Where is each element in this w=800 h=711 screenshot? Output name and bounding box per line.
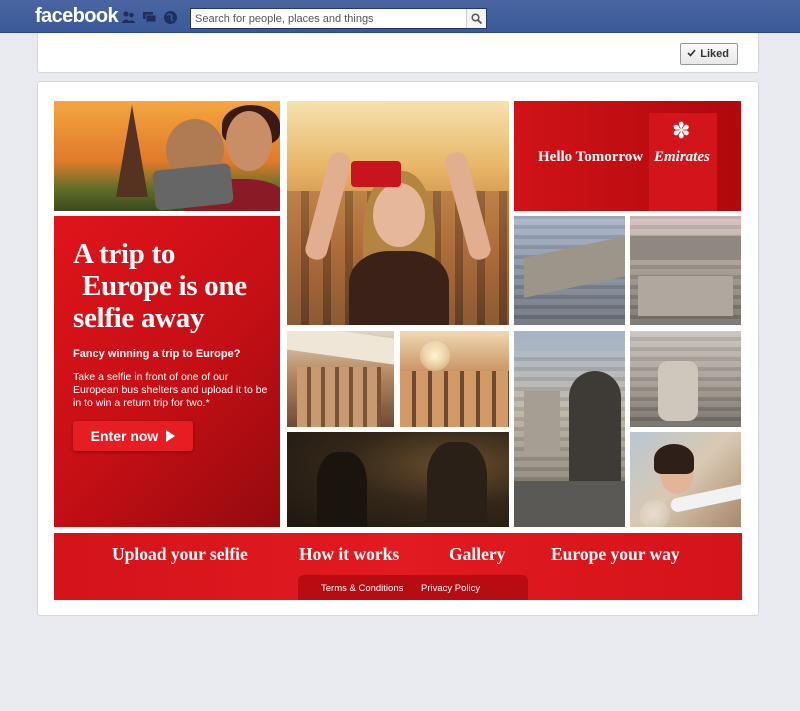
brand-name: Emirates bbox=[654, 149, 710, 165]
search-button[interactable] bbox=[466, 9, 486, 28]
search-icon bbox=[471, 13, 482, 24]
nav-how-it-works[interactable]: How it works bbox=[299, 544, 399, 565]
nav-europe-your-way[interactable]: Europe your way bbox=[551, 544, 680, 565]
italian-street-photo-2 bbox=[400, 331, 509, 427]
nav-upload-selfie[interactable]: Upload your selfie bbox=[112, 544, 248, 565]
arc-de-triomphe-photo-4 bbox=[630, 331, 741, 427]
enter-now-label: Enter now bbox=[90, 428, 159, 444]
brand-tagline: Hello Tomorrow bbox=[538, 149, 644, 165]
jewel-icons bbox=[121, 10, 178, 25]
arc-de-triomphe-photo-1 bbox=[514, 216, 625, 325]
eiffel-selfie-photo bbox=[54, 101, 280, 211]
checkmark-icon bbox=[687, 48, 696, 60]
arc-de-triomphe-photo-2 bbox=[630, 216, 741, 325]
facebook-logo[interactable]: facebook bbox=[35, 5, 119, 28]
campaign-headline: A trip to Europe is one selfie away bbox=[73, 238, 247, 334]
search-input[interactable] bbox=[191, 9, 466, 28]
campaign-nav-bar: Upload your selfie How it works Gallery … bbox=[54, 533, 742, 600]
liked-label: Liked bbox=[700, 48, 729, 60]
page-header-panel: Liked bbox=[37, 33, 759, 73]
campaign-body: Take a selfie in front of one of our Eur… bbox=[73, 371, 268, 409]
friend-requests-icon[interactable] bbox=[121, 10, 136, 25]
promo-panel: A trip to Europe is one selfie away Fanc… bbox=[54, 216, 280, 527]
night-street-photo bbox=[287, 432, 509, 527]
emirates-brand-tile: ✽ Hello Tomorrow Emirates bbox=[514, 101, 741, 211]
emirates-calligraphy-logo: ✽ bbox=[672, 119, 691, 144]
campaign-subheading: Fancy winning a trip to Europe? bbox=[73, 348, 241, 360]
colosseum-selfie-photo bbox=[287, 101, 509, 325]
woman-sunlight-photo bbox=[630, 432, 741, 527]
messages-icon[interactable] bbox=[142, 10, 157, 25]
terms-link[interactable]: Terms & Conditions bbox=[321, 583, 403, 594]
enter-now-button[interactable]: Enter now bbox=[73, 421, 193, 451]
play-arrow-icon bbox=[166, 430, 176, 442]
privacy-link[interactable]: Privacy Policy bbox=[421, 583, 480, 594]
search-box bbox=[190, 8, 487, 29]
arc-de-triomphe-photo-3 bbox=[514, 331, 625, 527]
facebook-top-bar: facebook bbox=[0, 0, 800, 33]
nav-gallery[interactable]: Gallery bbox=[449, 544, 505, 565]
italian-street-photo-1 bbox=[287, 331, 394, 427]
notifications-globe-icon[interactable] bbox=[163, 10, 178, 25]
liked-button[interactable]: Liked bbox=[680, 43, 738, 65]
